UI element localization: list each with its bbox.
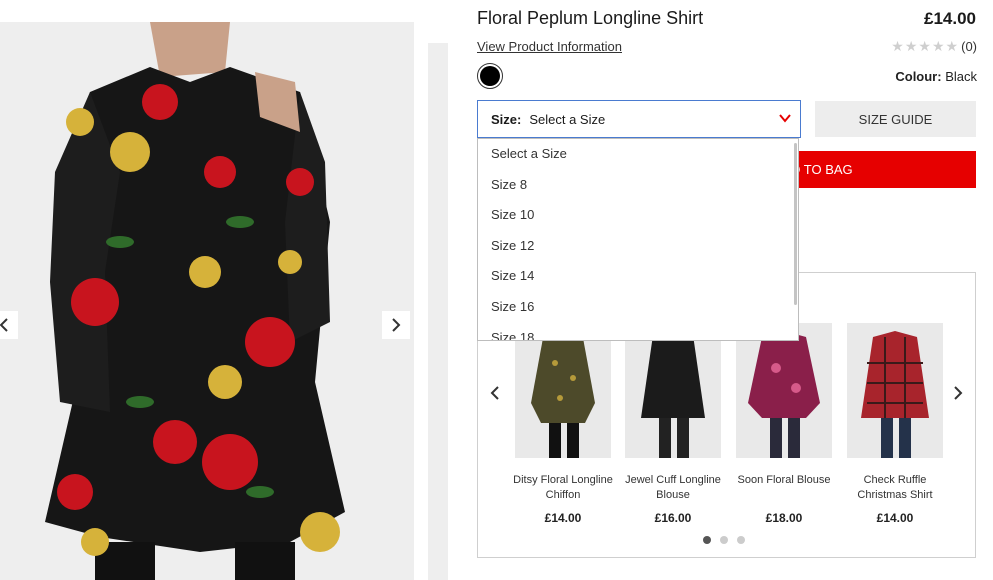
add-to-bag-button[interactable]: D TO BAG [787,151,976,188]
gallery-prev-button[interactable] [0,311,18,339]
chevron-down-icon [779,114,791,123]
star-icon: ★ [945,38,959,54]
product-thumbnail[interactable] [736,323,832,458]
dropdown-scrollbar[interactable] [794,143,797,305]
colour-swatch-black[interactable] [477,63,503,89]
recommendation-price: £14.00 [544,511,582,525]
chevron-left-icon [0,318,8,332]
size-guide-button[interactable]: SIZE GUIDE [815,101,976,137]
colour-label: Colour: [895,69,942,84]
carousel-dot[interactable] [720,536,728,544]
product-rating[interactable]: ★ ★ ★ ★ ★ (0) [891,38,977,55]
carousel-next-button[interactable] [950,385,966,401]
product-price: £14.00 [924,9,976,28]
carousel-dot[interactable] [703,536,711,544]
product-image-gallery [0,22,414,580]
carousel-dot[interactable] [737,536,745,544]
colour-readout: Colour: Black [895,69,977,84]
size-option[interactable]: Select a Size [478,139,798,170]
recommendation-price: £14.00 [876,511,914,525]
size-option[interactable]: Size 8 [478,170,798,201]
size-select-value: Select a Size [529,111,606,127]
recommendation-card[interactable]: Ditsy Floral Longline Chiffon £14.00 [513,323,613,525]
star-icon: ★ [891,38,904,54]
recommendation-name[interactable]: Jewel Cuff Longline Blouse [623,473,723,503]
size-option[interactable]: Size 14 [478,261,798,292]
size-dropdown-list[interactable]: Select a Size Size 8 Size 10 Size 12 Siz… [477,138,799,341]
star-icon: ★ [931,38,945,54]
recommendation-card[interactable]: Jewel Cuff Longline Blouse £16.00 [623,323,723,525]
size-select-label: Size: [491,111,522,127]
recommendation-price: £18.00 [765,511,803,525]
add-to-bag-label: D TO BAG [791,162,853,177]
product-thumbnail[interactable] [515,323,611,458]
gallery-next-button[interactable] [382,311,410,339]
size-option[interactable]: Size 16 [478,292,798,323]
carousel-prev-button[interactable] [487,385,503,401]
product-thumbnail[interactable] [847,323,943,458]
size-option[interactable]: Size 12 [478,231,798,262]
secondary-image-strip [428,43,448,580]
product-photo [0,22,414,580]
swatch-dot [480,66,500,86]
rating-count: (0) [961,39,977,54]
size-option[interactable]: Size 10 [478,200,798,231]
chevron-right-icon [392,318,401,332]
size-option[interactable]: Size 18 [478,323,798,340]
star-icon: ★ [904,38,918,54]
recommendation-card[interactable]: Check Ruffle Christmas Shirt £14.00 [845,323,945,525]
recommendation-price: £16.00 [654,511,692,525]
recommendation-name[interactable]: Check Ruffle Christmas Shirt [845,473,945,503]
carousel-pagination [703,536,745,544]
colour-value: Black [945,69,977,84]
star-icon: ★ [918,38,931,54]
product-thumbnail[interactable] [625,323,721,458]
recommendation-name[interactable]: Soon Floral Blouse [734,473,834,503]
view-product-information-link[interactable]: View Product Information [477,39,622,54]
recommendation-card[interactable]: Soon Floral Blouse £18.00 [734,323,834,525]
size-select[interactable]: Size: Select a Size [477,100,801,138]
product-title: Floral Peplum Longline Shirt [477,8,704,28]
recommendation-name[interactable]: Ditsy Floral Longline Chiffon [513,473,613,503]
